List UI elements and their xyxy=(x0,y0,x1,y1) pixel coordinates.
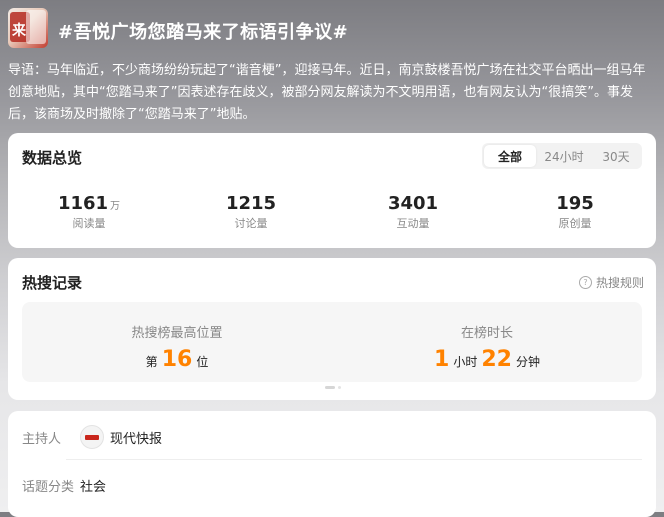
category-value: 社会 xyxy=(80,479,107,495)
on-list-duration: 在榜时长 1 小时 22 分钟 xyxy=(332,302,642,382)
stat-unit: 万 xyxy=(110,201,121,212)
host-label: 主持人 xyxy=(22,431,62,447)
overview-title: 数据总览 xyxy=(22,149,83,167)
stat-label: 互动量 xyxy=(396,217,430,230)
hot-search-metrics: 热搜榜最高位置 第 16 位 在榜时长 1 小时 22 分钟 xyxy=(22,302,642,382)
hot-search-rules-link[interactable]: ? 热搜规则 xyxy=(578,274,644,291)
stats-row: 1161 万 阅读量 1215 讨论量 3401 互动量 195 原创量 xyxy=(8,193,656,231)
time-range-tabs: 全部 24小时 30天 xyxy=(482,143,642,169)
duration-hours: 1 xyxy=(434,347,450,372)
divider xyxy=(66,459,642,460)
stat-value: 1215 xyxy=(225,193,277,214)
stat-value: 3401 xyxy=(387,193,439,214)
rules-label: 热搜规则 xyxy=(595,276,644,290)
tab-30d[interactable]: 30天 xyxy=(590,143,642,169)
stat-discussions: 1215 讨论量 xyxy=(170,193,332,231)
peak-suffix: 位 xyxy=(196,355,209,369)
topic-header: 来 #吾悦广场您踏马来了标语引争议# xyxy=(8,8,656,54)
hours-unit: 小时 xyxy=(453,355,478,369)
topic-info-card: 主持人 现代快报 话题分类 社会 xyxy=(8,411,656,517)
peak-value: 16 xyxy=(161,347,193,372)
peak-prefix: 第 xyxy=(145,355,158,369)
hot-search-title: 热搜记录 xyxy=(22,274,83,292)
stat-label: 阅读量 xyxy=(72,217,106,230)
stat-label: 原创量 xyxy=(558,217,592,230)
peak-label: 热搜榜最高位置 xyxy=(131,326,223,341)
duration-label: 在榜时长 xyxy=(460,326,513,341)
stat-value: 195 xyxy=(556,193,594,214)
stat-label: 讨论量 xyxy=(234,217,268,230)
tab-all[interactable]: 全部 xyxy=(484,145,536,167)
host-avatar xyxy=(80,425,104,449)
duration-minutes: 22 xyxy=(481,347,512,372)
topic-cover-image: 来 xyxy=(8,8,48,48)
peak-position: 热搜榜最高位置 第 16 位 xyxy=(22,302,332,382)
stat-originals: 195 原创量 xyxy=(494,193,656,231)
host-row: 主持人 现代快报 xyxy=(22,423,642,451)
category-row: 话题分类 社会 xyxy=(22,471,642,499)
tab-24h[interactable]: 24小时 xyxy=(538,143,590,169)
pagination-dots xyxy=(325,386,341,389)
hot-search-card: 热搜记录 ? 热搜规则 热搜榜最高位置 第 16 位 在榜时长 1 小时 22 分钟 xyxy=(8,258,656,400)
topic-title: #吾悦广场您踏马来了标语引争议# xyxy=(58,22,349,43)
host-link[interactable]: 现代快报 xyxy=(80,425,162,449)
host-name: 现代快报 xyxy=(110,431,163,447)
stat-reads: 1161 万 阅读量 xyxy=(8,193,170,231)
category-label: 话题分类 xyxy=(22,479,75,495)
minutes-unit: 分钟 xyxy=(515,355,540,369)
data-overview-card: 数据总览 全部 24小时 30天 1161 万 阅读量 1215 讨论量 3401… xyxy=(8,133,656,248)
question-icon: ? xyxy=(578,276,592,289)
stat-interactions: 3401 互动量 xyxy=(332,193,494,231)
topic-intro: 导语：马年临近，不少商场纷纷玩起了“谐音梗”，迎接马年。近日，南京鼓楼吾悦广场在… xyxy=(8,63,646,122)
stat-value: 1161 xyxy=(57,193,109,214)
